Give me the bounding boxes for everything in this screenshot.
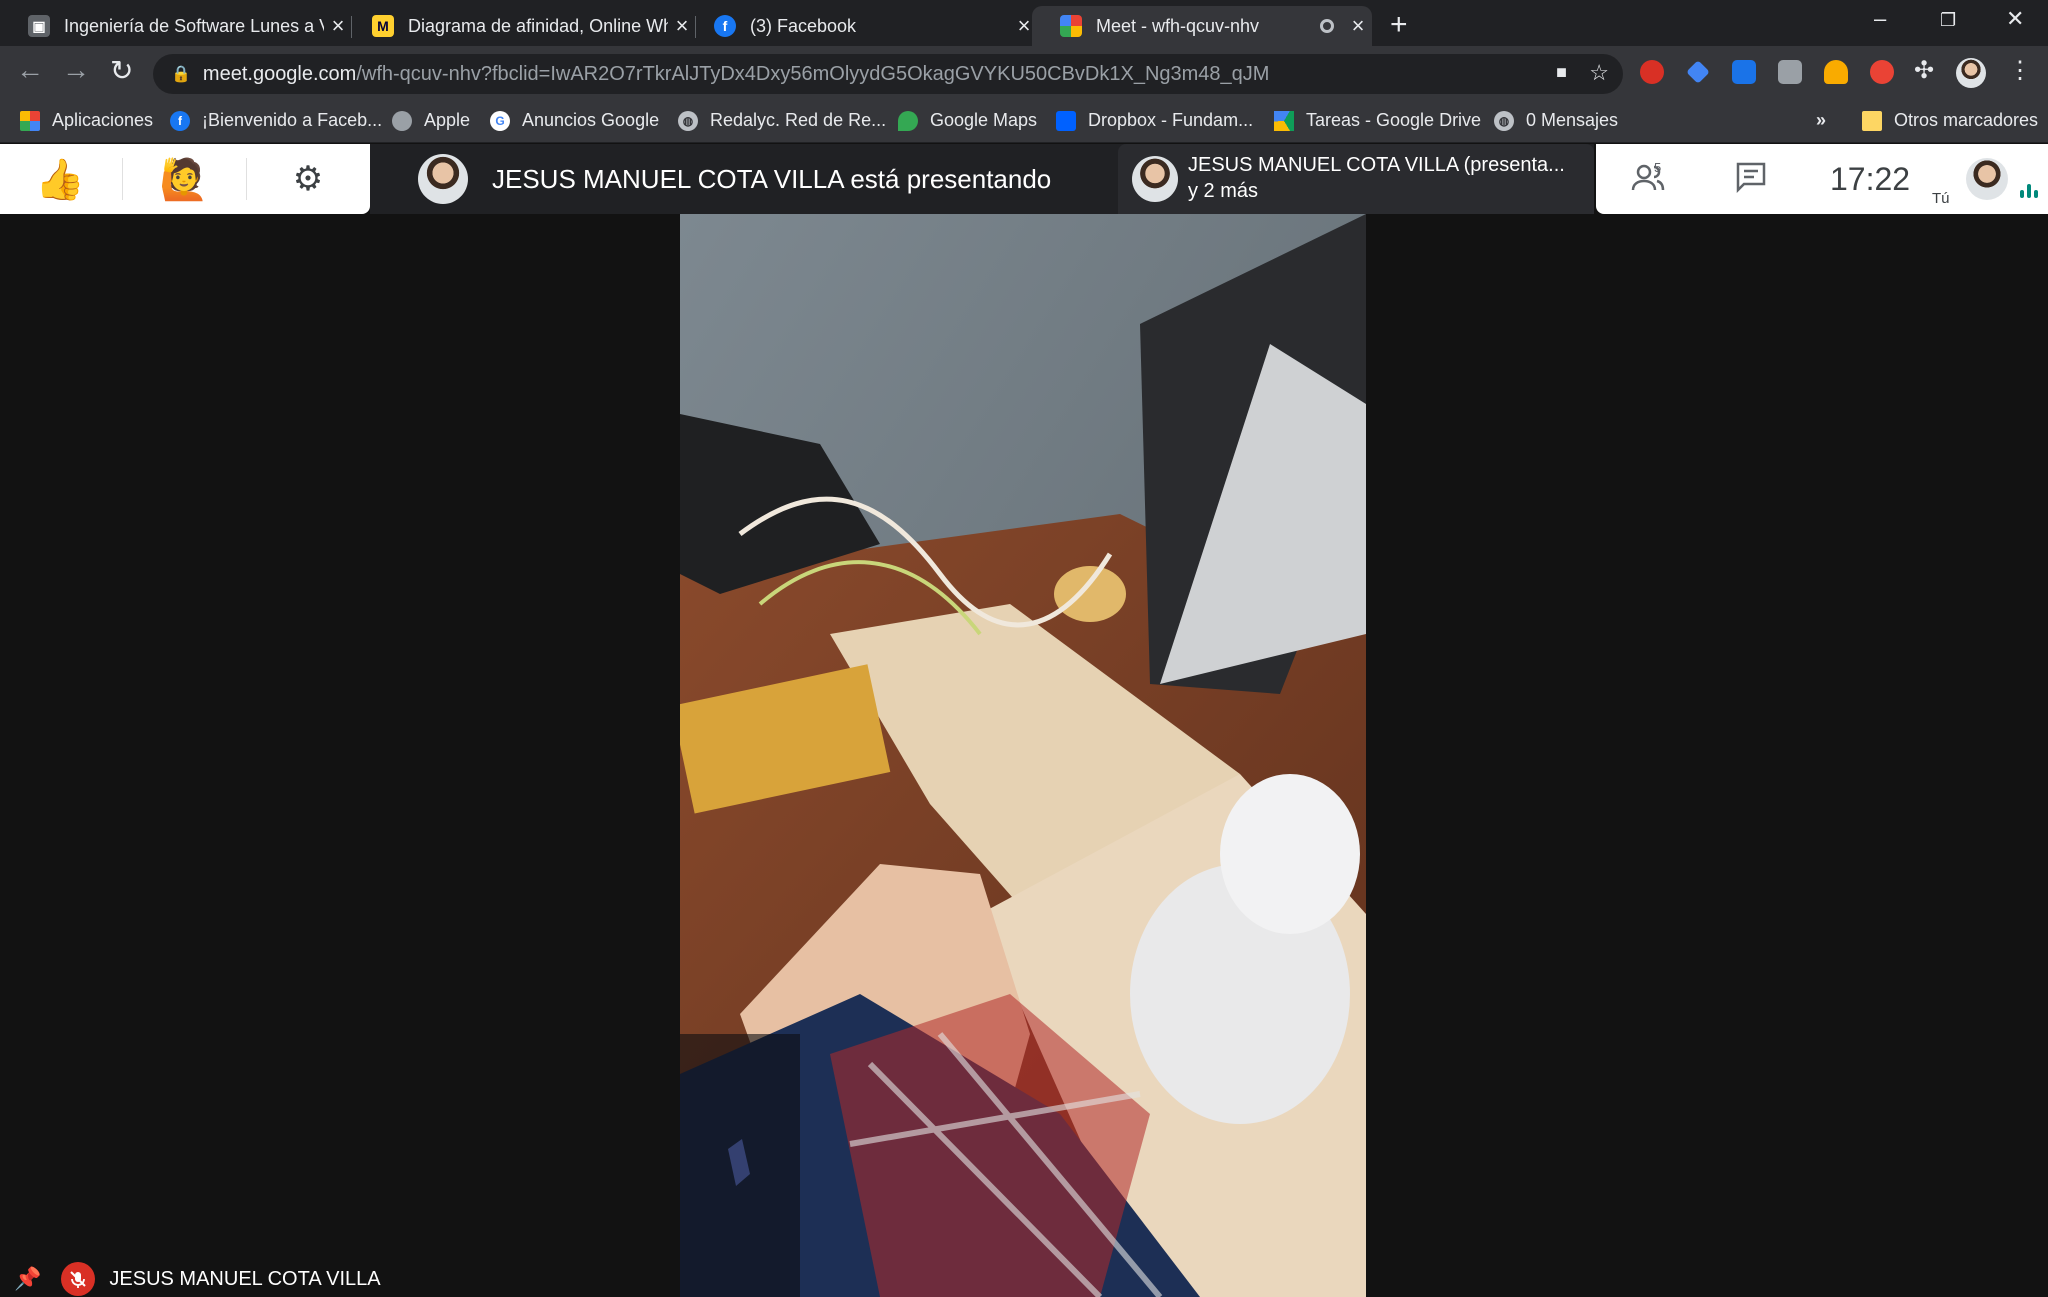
chat-icon[interactable] [1734, 160, 1768, 199]
self-avatar[interactable] [1966, 158, 2008, 200]
video-frame-image [680, 214, 1366, 1297]
maps-icon [898, 110, 918, 131]
presenter-avatar [418, 154, 468, 204]
presenter-name: JESUS MANUEL COTA VILLA (presenta... [1188, 154, 1565, 176]
extension-icon[interactable] [1686, 60, 1710, 84]
bookmark-apps[interactable]: Aplicaciones [20, 110, 153, 131]
presentation-banner: JESUS MANUEL COTA VILLA está presentando… [370, 144, 1594, 214]
presentation-video [680, 214, 1366, 1297]
miro-icon: M [372, 15, 394, 37]
meet-icon [1060, 15, 1082, 37]
adblock-icon[interactable] [1640, 60, 1664, 84]
meet-right-controls: 5 17:22 Tú [1596, 144, 2048, 214]
bookmark-dropbox[interactable]: Dropbox - Fundam... [1056, 110, 1253, 131]
tab-title: Meet - wfh-qcuv-nhv [1096, 15, 1260, 36]
other-bookmarks[interactable]: Otros marcadores [1862, 110, 2038, 131]
bookmark-label: 0 Mensajes [1526, 110, 1619, 130]
browser-tab-strip: ▣ Ingeniería de Software Lunes a Vi × M … [0, 0, 2048, 46]
bookmark-label: Dropbox - Fundam... [1088, 110, 1254, 130]
dropbox-icon [1056, 110, 1076, 131]
bookmark-messages[interactable]: ◍ 0 Mensajes [1494, 110, 1618, 131]
tab-title: (3) Facebook [750, 15, 857, 36]
apps-grid-icon [20, 110, 40, 131]
folder-icon [1862, 110, 1882, 131]
bookmark-label: Google Maps [930, 110, 1038, 130]
bookmark-redalyc[interactable]: ◍ Redalyc. Red de Re... [678, 110, 886, 131]
globe-icon: ◍ [1494, 110, 1514, 131]
bookmark-label: Apple [424, 110, 471, 130]
audio-indicator-icon [2020, 184, 2038, 198]
close-icon[interactable]: × [1344, 13, 1372, 39]
presenting-text: JESUS MANUEL COTA VILLA está presentando [492, 164, 1052, 194]
puzzle-icon[interactable]: ✣ [1914, 56, 1934, 85]
more-bookmarks-button[interactable]: » [1816, 110, 1826, 131]
url-path: /wfh-qcuv-nhv?fbclid=IwAR2O7rTkrAlJTyDx4… [356, 62, 1270, 85]
participant-caption: 📌 JESUS MANUEL COTA VILLA [14, 1262, 381, 1296]
bookmark-apple[interactable]: Apple [392, 110, 470, 131]
bookmark-facebook[interactable]: f ¡Bienvenido a Faceb... [170, 110, 382, 131]
meet-left-controls: 👍 🙋 ⚙ [0, 144, 370, 214]
thumbs-up-extension-icon[interactable] [1824, 60, 1848, 84]
menu-icon[interactable]: ⋮ [2008, 56, 2032, 85]
bookmark-label: Redalyc. Red de Re... [710, 110, 887, 130]
participant-count: 5 [1654, 160, 1662, 175]
bookmark-google-ads[interactable]: G Anuncios Google [490, 110, 659, 131]
forward-icon[interactable]: → [62, 54, 90, 86]
bookmark-label: ¡Bienvenido a Faceb... [202, 110, 383, 130]
camera-icon[interactable]: ■ [1556, 62, 1567, 83]
presenter-tile[interactable]: JESUS MANUEL COTA VILLA (presenta... y 2… [1118, 144, 1594, 214]
raise-hand-icon[interactable]: 🙋 [124, 144, 244, 214]
bookmark-google-maps[interactable]: Google Maps [898, 110, 1037, 131]
clock: 17:22 [1830, 161, 1911, 197]
bookmark-label: Otros marcadores [1894, 110, 2039, 130]
lock-icon: 🔒 [171, 66, 191, 83]
reload-icon[interactable]: ↻ [110, 54, 133, 87]
globe-icon: ◍ [678, 110, 698, 131]
bookmark-label: Tareas - Google Drive [1306, 110, 1482, 130]
new-tab-button[interactable]: + [1390, 8, 1408, 42]
extension-icon[interactable] [1870, 60, 1894, 84]
tab-miro[interactable]: M Diagrama de afinidad, Online Wh × [344, 6, 696, 46]
bookmarks-bar: Aplicaciones f ¡Bienvenido a Faceb... Ap… [0, 102, 2048, 143]
tab-title: Diagrama de afinidad, Online Wh [408, 15, 668, 36]
tab-facebook[interactable]: f (3) Facebook × [686, 6, 1038, 46]
address-bar[interactable]: 🔒 meet.google.com/wfh-qcuv-nhv?fbclid=Iw… [153, 54, 1623, 94]
mic-off-icon [61, 1262, 96, 1296]
tab-meet[interactable]: Meet - wfh-qcuv-nhv × [1032, 6, 1372, 46]
settings-gear-icon[interactable]: ⚙ [248, 144, 368, 214]
tab-classroom[interactable]: ▣ Ingeniería de Software Lunes a Vi × [0, 6, 352, 46]
google-icon: G [490, 110, 510, 131]
presenter-avatar [1132, 156, 1178, 202]
star-icon[interactable]: ☆ [1589, 60, 1609, 86]
thumbs-up-reaction-icon[interactable]: 👍 [0, 144, 120, 214]
back-icon[interactable]: ← [16, 54, 44, 86]
window-close-icon[interactable]: ✕ [2006, 6, 2024, 32]
bookmark-drive[interactable]: Tareas - Google Drive [1274, 110, 1481, 131]
profile-avatar[interactable] [1956, 58, 1986, 88]
classroom-icon: ▣ [28, 15, 50, 37]
bookmark-label: Aplicaciones [52, 110, 154, 130]
apple-icon [392, 110, 412, 131]
extension-book-icon[interactable] [1732, 60, 1756, 84]
url-host: meet.google.com [202, 62, 357, 85]
presenter-more: y 2 más [1188, 180, 1259, 202]
restore-icon[interactable]: ❐ [1940, 10, 1956, 31]
self-label: Tú [1932, 190, 1950, 207]
facebook-icon: f [714, 15, 736, 37]
extension-icon[interactable] [1778, 60, 1802, 84]
facebook-icon: f [170, 110, 190, 131]
drive-icon [1274, 110, 1294, 131]
browser-toolbar: ← → ↻ 🔒 meet.google.com/wfh-qcuv-nhv?fbc… [0, 46, 2048, 102]
minimize-icon[interactable]: – [1874, 6, 1886, 32]
pin-icon[interactable]: 📌 [14, 1266, 41, 1292]
tab-title: Ingeniería de Software Lunes a Vi [64, 15, 324, 36]
bookmark-label: Anuncios Google [522, 110, 660, 130]
participant-name: JESUS MANUEL COTA VILLA [109, 1267, 381, 1290]
recording-indicator-icon [1320, 19, 1334, 33]
